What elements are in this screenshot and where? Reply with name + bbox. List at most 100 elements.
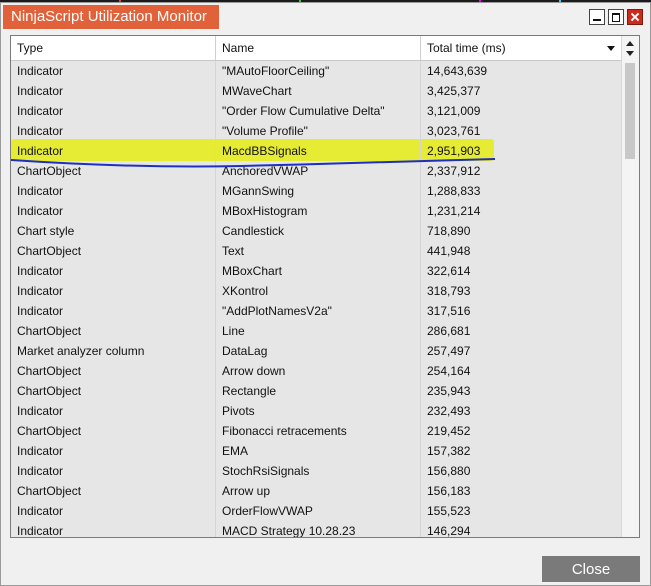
table-row[interactable]: Indicator OrderFlowVWAP 155,523 bbox=[11, 501, 623, 521]
close-button[interactable]: Close bbox=[542, 556, 640, 582]
cell-name: OrderFlowVWAP bbox=[216, 501, 421, 521]
table-row[interactable]: Indicator EMA 157,382 bbox=[11, 441, 623, 461]
cell-name: Pivots bbox=[216, 401, 421, 421]
maximize-icon[interactable] bbox=[608, 9, 624, 25]
scroll-up-icon[interactable] bbox=[626, 41, 634, 46]
cell-name: MGannSwing bbox=[216, 181, 421, 201]
table-row[interactable]: ChartObject Arrow down 254,164 bbox=[11, 361, 623, 381]
cell-name: Line bbox=[216, 321, 421, 341]
cell-total-time: 146,294 bbox=[427, 524, 471, 538]
cell-name: Fibonacci retracements bbox=[216, 421, 421, 441]
cell-type: Indicator bbox=[11, 61, 216, 81]
cell-name: Arrow down bbox=[216, 361, 421, 381]
table-row[interactable]: Chart style Candlestick 718,890 bbox=[11, 221, 623, 241]
cell-total-time: 3,425,377 bbox=[427, 84, 481, 98]
cell-type: Indicator bbox=[11, 501, 216, 521]
table-row[interactable]: Indicator "Order Flow Cumulative Delta" 3… bbox=[11, 101, 623, 121]
cell-name: Arrow up bbox=[216, 481, 421, 501]
table-row[interactable]: Indicator StochRsiSignals 156,880 bbox=[11, 461, 623, 481]
table-row[interactable]: Market analyzer column DataLag 257,497 bbox=[11, 341, 623, 361]
cell-name: Text bbox=[216, 241, 421, 261]
close-icon[interactable] bbox=[627, 9, 643, 25]
cell-total-time: 14,643,639 bbox=[427, 64, 488, 78]
cell-name: EMA bbox=[216, 441, 421, 461]
cell-name: "AddPlotNamesV2a" bbox=[216, 301, 421, 321]
table-row[interactable]: ChartObject Rectangle 235,943 bbox=[11, 381, 623, 401]
table-row[interactable]: ChartObject Line 286,681 bbox=[11, 321, 623, 341]
table-row[interactable]: ChartObject Fibonacci retracements 219,452 bbox=[11, 421, 623, 441]
column-header-total-time[interactable]: Total time (ms) bbox=[421, 36, 623, 60]
cell-total-time: 2,951,903 bbox=[427, 144, 481, 158]
table-row[interactable]: Indicator MWaveChart 3,425,377 bbox=[11, 81, 623, 101]
cell-name: "MAutoFloorCeiling" bbox=[216, 61, 421, 81]
cell-type: ChartObject bbox=[11, 481, 216, 501]
table-row[interactable]: Indicator MBoxHistogram 1,231,214 bbox=[11, 201, 623, 221]
cell-total-time: 322,614 bbox=[427, 264, 471, 278]
cell-name: XKontrol bbox=[216, 281, 421, 301]
scroll-down-icon[interactable] bbox=[626, 51, 634, 56]
table-row[interactable]: Indicator Pivots 232,493 bbox=[11, 401, 623, 421]
utilization-grid: Type Name Total time (ms) Indicator "MAu… bbox=[10, 35, 640, 538]
cell-total-time: 318,793 bbox=[427, 284, 471, 298]
cell-type: Indicator bbox=[11, 461, 216, 481]
cell-type: Market analyzer column bbox=[11, 341, 216, 361]
cell-total-time: 3,121,009 bbox=[427, 104, 481, 118]
table-row[interactable]: Indicator "AddPlotNamesV2a" 317,516 bbox=[11, 301, 623, 321]
column-header-type[interactable]: Type bbox=[11, 36, 216, 60]
cell-type: Indicator bbox=[11, 521, 216, 537]
window-title: NinjaScript Utilization Monitor bbox=[3, 5, 219, 29]
cell-total-time: 3,023,761 bbox=[427, 124, 481, 138]
cell-total-time: 156,183 bbox=[427, 484, 471, 498]
cell-type: ChartObject bbox=[11, 421, 216, 441]
column-header-total-time-label: Total time (ms) bbox=[427, 41, 506, 55]
cell-total-time: 254,164 bbox=[427, 364, 471, 378]
cell-total-time: 317,516 bbox=[427, 304, 471, 318]
cell-name: MBoxChart bbox=[216, 261, 421, 281]
table-row[interactable]: Indicator "MAutoFloorCeiling" 14,643,639 bbox=[11, 61, 623, 81]
table-row[interactable]: Indicator MACD Strategy 10.28.23 146,294 bbox=[11, 521, 623, 538]
table-row[interactable]: Indicator MGannSwing 1,288,833 bbox=[11, 181, 623, 201]
cell-type: Indicator bbox=[11, 301, 216, 321]
grid-rows: Indicator "MAutoFloorCeiling" 14,643,639 I… bbox=[11, 61, 623, 538]
cell-type: ChartObject bbox=[11, 241, 216, 261]
cell-type: ChartObject bbox=[11, 381, 216, 401]
cell-type: Indicator bbox=[11, 81, 216, 101]
cell-total-time: 157,382 bbox=[427, 444, 471, 458]
table-row[interactable]: Indicator MBoxChart 322,614 bbox=[11, 261, 623, 281]
cell-type: Indicator bbox=[11, 281, 216, 301]
cell-type: Indicator bbox=[11, 141, 216, 161]
scroll-thumb[interactable] bbox=[625, 63, 635, 159]
cell-name: Rectangle bbox=[216, 381, 421, 401]
cell-total-time: 2,337,912 bbox=[427, 164, 481, 178]
cell-name: MacdBBSignals bbox=[216, 141, 421, 161]
cell-name: "Volume Profile" bbox=[216, 121, 421, 141]
cell-type: Indicator bbox=[11, 261, 216, 281]
table-row[interactable]: ChartObject Arrow up 156,183 bbox=[11, 481, 623, 501]
minimize-icon[interactable] bbox=[589, 9, 605, 25]
vertical-scrollbar[interactable] bbox=[621, 36, 639, 537]
table-row[interactable]: ChartObject AnchoredVWAP 2,337,912 bbox=[11, 161, 623, 181]
table-row[interactable]: Indicator MacdBBSignals 2,951,903 bbox=[11, 141, 623, 161]
cell-name: StochRsiSignals bbox=[216, 461, 421, 481]
table-row[interactable]: ChartObject Text 441,948 bbox=[11, 241, 623, 261]
table-row[interactable]: Indicator XKontrol 318,793 bbox=[11, 281, 623, 301]
cell-total-time: 155,523 bbox=[427, 504, 471, 518]
table-row[interactable]: Indicator "Volume Profile" 3,023,761 bbox=[11, 121, 623, 141]
cell-type: Indicator bbox=[11, 101, 216, 121]
cell-total-time: 156,880 bbox=[427, 464, 471, 478]
cell-total-time: 219,452 bbox=[427, 424, 471, 438]
cell-total-time: 441,948 bbox=[427, 244, 471, 258]
grid-header: Type Name Total time (ms) bbox=[11, 36, 623, 61]
cell-total-time: 235,943 bbox=[427, 384, 471, 398]
cell-type: ChartObject bbox=[11, 361, 216, 381]
cell-name: MBoxHistogram bbox=[216, 201, 421, 221]
column-header-name[interactable]: Name bbox=[216, 36, 421, 60]
cell-name: DataLag bbox=[216, 341, 421, 361]
cell-total-time: 1,231,214 bbox=[427, 204, 481, 218]
title-bar[interactable]: NinjaScript Utilization Monitor bbox=[1, 3, 651, 31]
cell-type: Indicator bbox=[11, 401, 216, 421]
sort-caret-icon[interactable] bbox=[607, 46, 615, 51]
cell-type: ChartObject bbox=[11, 321, 216, 341]
cell-type: Chart style bbox=[11, 221, 216, 241]
cell-total-time: 257,497 bbox=[427, 344, 471, 358]
